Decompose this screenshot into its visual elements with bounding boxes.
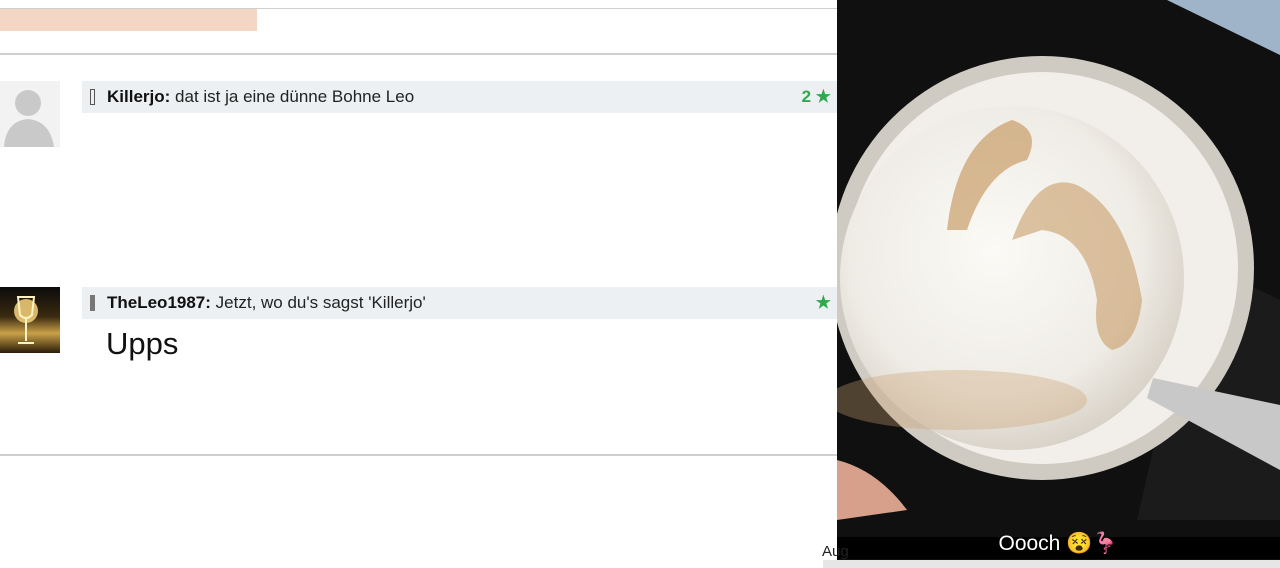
- section-divider: [0, 53, 837, 55]
- star-rating[interactable]: ★: [816, 287, 831, 319]
- date-stub: Aug: [822, 543, 849, 560]
- bottom-strip: [823, 560, 1280, 568]
- reaction-bar: [0, 9, 257, 31]
- comment-text: dat ist ja eine dünne Bohne Leo: [175, 87, 415, 106]
- comment-author[interactable]: TheLeo1987: Jetzt, wo du's sagst 'Killer…: [107, 287, 426, 319]
- photo-caption: Oooch 😵🦩: [998, 532, 1119, 555]
- wine-glass-icon: [14, 296, 38, 344]
- comment-author[interactable]: Killerjo: dat ist ja eine dünne Bohne Le…: [107, 81, 414, 113]
- star-rating[interactable]: 2 ★: [802, 81, 831, 113]
- flag-icon[interactable]: [90, 295, 95, 311]
- avatar-wine-glass[interactable]: [0, 287, 60, 353]
- comment-body: Upps: [106, 326, 179, 361]
- coffee-cup-photo: [837, 0, 1280, 560]
- photo-overlay[interactable]: [837, 0, 1280, 560]
- user-silhouette-icon: [0, 81, 60, 147]
- comment-text: Jetzt, wo du's sagst 'Killerjo': [215, 293, 426, 312]
- comment-header: Killerjo: dat ist ja eine dünne Bohne Le…: [82, 81, 837, 113]
- comment-header: TheLeo1987: Jetzt, wo du's sagst 'Killer…: [82, 287, 837, 319]
- avatar-default[interactable]: [0, 81, 60, 147]
- flag-icon[interactable]: [90, 89, 95, 105]
- section-divider: [0, 454, 837, 456]
